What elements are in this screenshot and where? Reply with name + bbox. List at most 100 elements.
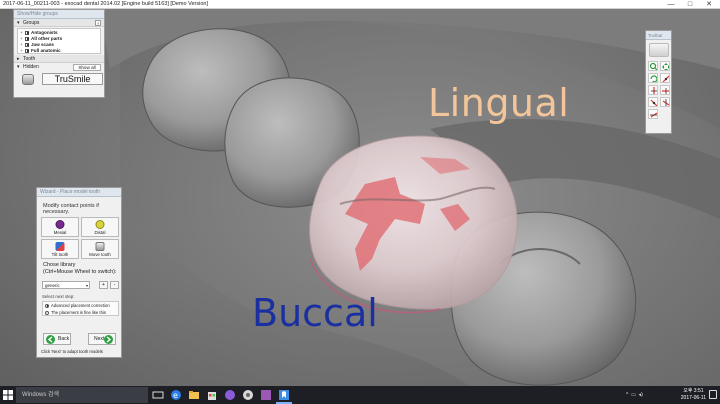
store-icon[interactable]: [206, 389, 218, 401]
arrow-right-icon: [104, 335, 113, 344]
option-label: Advanced placement correction: [51, 303, 110, 308]
library-label-line2: (Ctrl+Mouse Wheel to switch):: [43, 269, 117, 275]
edge-browser-icon[interactable]: e: [170, 389, 182, 401]
tooth-icon: [95, 242, 105, 251]
minimize-button[interactable]: —: [664, 0, 678, 9]
next-button[interactable]: Next: [88, 333, 116, 345]
axis-x-icon[interactable]: [659, 73, 670, 83]
close-button[interactable]: ✕: [702, 0, 716, 9]
hidden-section-label: Hidden: [23, 64, 39, 70]
wizard-title[interactable]: Wizard - Place model tooth: [37, 188, 121, 197]
groups-section-label: Groups: [23, 20, 40, 26]
wizard-tool-grid: Mesial Distal Tilt tooth Move tooth: [41, 217, 119, 259]
mesial-icon: [55, 220, 65, 229]
add-library-button[interactable]: +: [99, 281, 108, 289]
app-icon[interactable]: [224, 389, 236, 401]
tree-item-label: Antagonists: [31, 30, 58, 35]
wizard-heading: Modify contact points if necessary.: [43, 203, 99, 215]
remove-library-button[interactable]: -: [110, 281, 119, 289]
checkbox[interactable]: [25, 36, 29, 41]
mesial-label: Mesial: [53, 230, 67, 235]
library-row: generic ▾ + -: [42, 281, 119, 289]
move-tooth-label: Move tooth: [89, 252, 111, 257]
help-icon[interactable]: ?: [95, 20, 101, 26]
tilt-tooth-label: Tilt tooth: [51, 252, 69, 257]
back-button[interactable]: Back: [43, 333, 71, 345]
arrow-left-icon: [46, 335, 55, 344]
library-select[interactable]: generic ▾: [42, 281, 90, 289]
system-tray-icons[interactable]: ^ ▭ ◂): [626, 386, 643, 404]
distal-button[interactable]: Distal: [81, 217, 119, 237]
toolbar-grid: [646, 61, 671, 119]
taskbar-clock[interactable]: 오후 3:51 2017-06-11: [681, 388, 706, 402]
window-title-bar: 2017-06-11_00211-003 - exocad dental 201…: [0, 0, 720, 9]
show-hide-groups-panel: Show/Hide groups ▾ Groups ? + Antagonists …: [13, 9, 105, 98]
clock-time: 오후 3:51: [683, 388, 704, 394]
radio-button[interactable]: [45, 310, 49, 315]
hidden-section-header[interactable]: ▾ Hidden Show all: [14, 63, 104, 72]
library-label-line1: Chose library: [43, 262, 76, 268]
buccal-label: Buccal: [252, 291, 378, 335]
task-view-icon[interactable]: [152, 389, 164, 401]
option-placement-fine[interactable]: The placement is fine like this: [43, 310, 118, 316]
radio-button[interactable]: [45, 303, 49, 308]
tooth-render-icon: [22, 74, 34, 85]
maximize-button[interactable]: □: [683, 0, 697, 9]
checkbox[interactable]: [25, 48, 29, 53]
rotate-icon[interactable]: [647, 73, 658, 83]
tooth-section-header[interactable]: ▸ Tooth: [14, 55, 104, 63]
move-tooth-button[interactable]: Move tooth: [81, 239, 119, 259]
toolbar-panel: Toolbar: [645, 30, 672, 134]
option-advanced-placement[interactable]: Advanced placement correction: [43, 303, 118, 309]
chevron-down-icon: ▾: [85, 283, 88, 288]
tilt-tooth-button[interactable]: Tilt tooth: [41, 239, 79, 259]
show-all-button[interactable]: Show all: [73, 64, 101, 71]
paper-icon[interactable]: [648, 43, 669, 57]
library-label: Chose library (Ctrl+Mouse Wheel to switc…: [43, 262, 117, 276]
checkbox[interactable]: [25, 42, 29, 47]
distal-label: Distal: [94, 230, 106, 235]
taskbar: Windows 검색 e ^ ▭ ◂) 오후 3:51 2017-06-11: [0, 386, 720, 404]
move-icon[interactable]: [659, 61, 670, 71]
settings-app-icon[interactable]: [260, 389, 272, 401]
library-select-value: generic: [45, 283, 60, 288]
wizard-panel: Wizard - Place model tooth Modify contac…: [36, 187, 122, 358]
tree-item-full-anatomic[interactable]: + Full anatomic: [20, 48, 98, 54]
trusmile-button[interactable]: TruSmile: [42, 73, 103, 85]
exocad-app-icon[interactable]: [242, 389, 254, 401]
axis-yz-icon[interactable]: [659, 97, 670, 107]
axis-y-icon[interactable]: [647, 85, 658, 95]
taskbar-search[interactable]: Windows 검색: [16, 387, 148, 403]
next-step-label: Select next step:: [42, 294, 75, 299]
distal-icon: [95, 220, 105, 229]
zoom-icon[interactable]: [647, 61, 658, 71]
tree-item-label: Full anatomic: [31, 48, 61, 53]
axis-xz-icon[interactable]: [647, 109, 658, 119]
axis-z-icon[interactable]: [659, 85, 670, 95]
mesial-button[interactable]: Mesial: [41, 217, 79, 237]
next-step-options: Advanced placement correction The placem…: [42, 301, 119, 316]
clock-date: 2017-06-11: [680, 395, 706, 401]
tooth-section-label: Tooth: [23, 56, 36, 62]
lingual-label: Lingual: [428, 81, 570, 125]
tree-item-label: Jaw scans: [31, 42, 54, 47]
trusmile-row: TruSmile: [14, 72, 104, 86]
checkbox[interactable]: [25, 30, 29, 35]
windows-start-icon[interactable]: [2, 389, 14, 401]
back-label: Back: [58, 336, 70, 342]
toolbar-title[interactable]: Toolbar: [646, 31, 671, 40]
svg-text:e: e: [173, 391, 178, 400]
axis-xy-icon[interactable]: [647, 97, 658, 107]
tooth-app-icon[interactable]: [278, 389, 290, 401]
tree-item-label: All other parts: [31, 36, 63, 41]
wizard-hint: Click 'Next' to adapt tooth models: [41, 349, 103, 354]
groups-tree: + Antagonists + All other parts + Jaw scans…: [17, 28, 101, 54]
notification-icon[interactable]: [709, 390, 717, 399]
window-title: 2017-06-11_00211-003 - exocad dental 201…: [3, 1, 208, 7]
next-label: Next: [94, 336, 105, 342]
panel-title[interactable]: Show/Hide groups: [14, 10, 104, 19]
file-explorer-icon[interactable]: [188, 389, 200, 401]
option-label: The placement is fine like this: [51, 310, 106, 315]
groups-section-header[interactable]: ▾ Groups ?: [14, 19, 104, 27]
tilt-icon: [55, 242, 65, 251]
